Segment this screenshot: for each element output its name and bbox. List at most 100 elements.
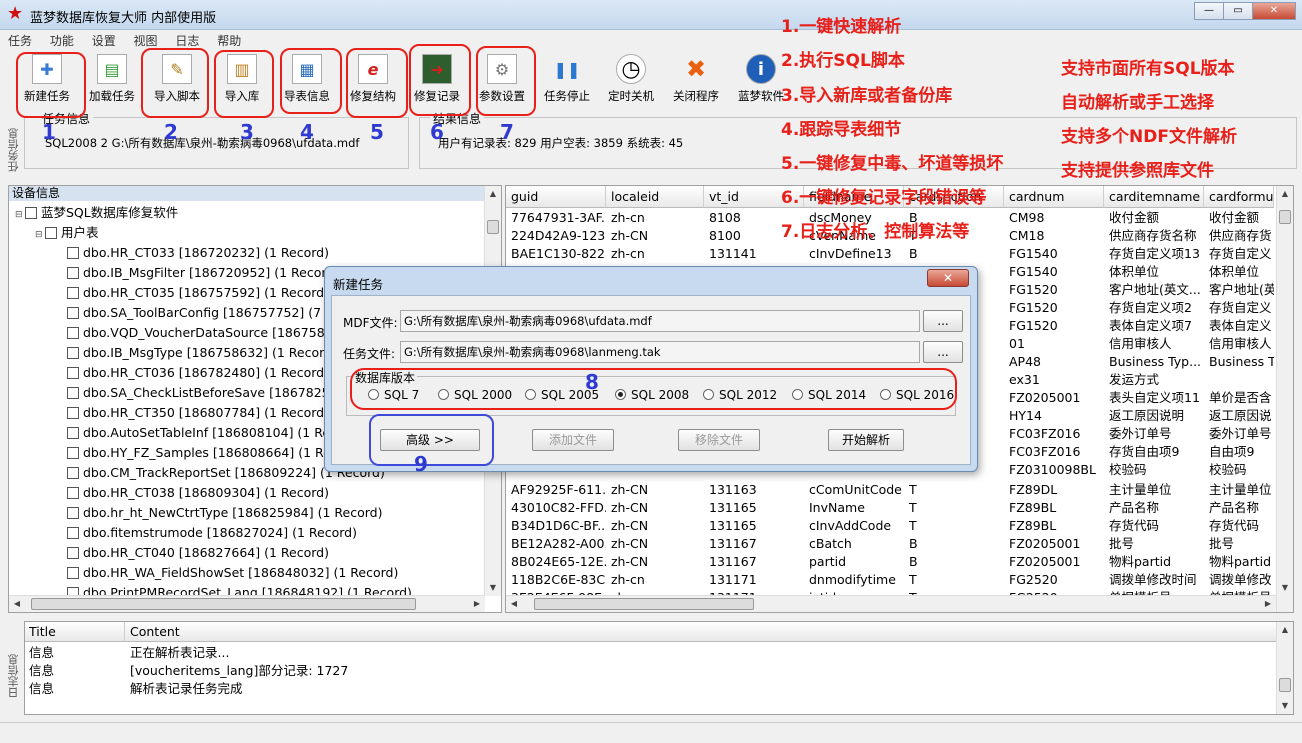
checkbox[interactable] [67,327,79,339]
log-col-title[interactable]: Title [25,622,125,642]
tree-root[interactable]: ⊟ 蓝梦SQL数据库修复软件 [15,203,178,223]
table-row[interactable]: AF92925F-611... zh-CN 131163 cComUnitCode T F… [506,481,1276,499]
checkbox[interactable] [67,267,79,279]
tree-table-item[interactable]: dbo.fitemstrumode [186827024] (1 Record) [67,523,357,543]
menu-log[interactable]: 日志 [167,30,205,49]
scroll-right-icon[interactable]: ▶ [1260,596,1276,612]
collapse-icon[interactable]: ⊟ [35,225,45,245]
close-program-button[interactable]: ✖ 关闭程序 [664,48,728,110]
checkbox[interactable] [67,487,79,499]
minimize-button[interactable]: — [1194,2,1224,20]
checkbox[interactable] [67,527,79,539]
dialog-close-button[interactable]: ✕ [927,269,969,287]
load-task-button[interactable]: ▤ 加载任务 [80,48,144,110]
tree-table-item[interactable]: dbo.HR_CT040 [186827664] (1 Record) [67,543,329,563]
tree-table-item[interactable]: dbo.IB_MsgFilter [186720952] (1 Record) [67,263,339,283]
log-col-content[interactable]: Content [125,622,1277,642]
scroll-thumb[interactable] [1279,678,1291,692]
table-cell: cComUnitCode [809,482,902,497]
checkbox[interactable] [67,547,79,559]
scroll-up-icon[interactable]: ▲ [1277,186,1293,202]
close-window-button[interactable]: ✕ [1252,2,1296,20]
tree-table-item[interactable]: dbo.IB_MsgType [186758632] (1 Record) [67,343,337,363]
tree-table-item[interactable]: dbo.HR_CT036 [186782480] (1 Record) [67,363,329,383]
timed-shutdown-button[interactable]: ◷ 定时关机 [599,48,663,110]
stop-task-button[interactable]: ❚❚ 任务停止 [535,48,599,110]
close-program-icon: ✖ [685,55,707,83]
grid-column-header[interactable]: carditemname [1104,186,1204,208]
checkbox[interactable] [67,307,79,319]
grid-column-header[interactable]: cardnum [1004,186,1104,208]
table-cell: dnmodifytime [809,572,896,587]
checkbox[interactable] [67,387,79,399]
menu-task[interactable]: 任务 [0,30,38,49]
tree-table-item[interactable]: dbo.HR_CT035 [186757592] (1 Record) [67,283,329,303]
tree-table-item[interactable]: dbo.SA_CheckListBeforeSave [18678256 [67,383,338,403]
task-file-path-field[interactable]: G:\所有数据库\泉州-勒索病毒0968\lanmeng.tak [400,341,920,363]
grid-hscroll[interactable]: ◀ ▶ [506,595,1276,612]
remove-file-button[interactable]: 移除文件 [678,429,760,451]
tree-table-item[interactable]: dbo.HR_CT033 [186720232] (1 Record) [67,243,329,263]
scroll-down-icon[interactable]: ▼ [485,580,501,596]
tree-hscroll[interactable]: ◀ ▶ [9,595,485,612]
checkbox[interactable] [67,427,79,439]
table-row[interactable]: BAE1C130-822... zh-cn 131141 cInvDefine13 B F… [506,245,1276,263]
checkbox[interactable] [67,247,79,259]
checkbox[interactable] [25,207,37,219]
task-file-browse-button[interactable]: ... [923,341,963,363]
checkbox[interactable] [67,407,79,419]
tree-table-item[interactable]: dbo.hr_ht_NewCtrtType [186825984] (1 Rec… [67,503,382,523]
log-row-title: 信息 [29,681,55,696]
scroll-down-icon[interactable]: ▼ [1277,580,1293,596]
table-row[interactable]: 118B2C6E-83C... zh-cn 131171 dnmodifytime T F… [506,571,1276,589]
checkbox[interactable] [67,467,79,479]
scroll-up-icon[interactable]: ▲ [485,186,501,202]
tree-table-item[interactable]: dbo.HR_CT350 [186807784] (1 Record) [67,403,329,423]
grid-column-header[interactable]: localeid [606,186,704,208]
add-file-button[interactable]: 添加文件 [532,429,614,451]
collapse-icon[interactable]: ⊟ [15,205,25,225]
scroll-down-icon[interactable]: ▼ [1277,698,1293,714]
tree-table-item[interactable]: dbo.AutoSetTableInf [186808104] (1 Reco [67,423,345,443]
table-cell: B [909,554,918,569]
tree-table-item[interactable]: dbo.HR_WA_FieldShowSet [186848032] (1 Re… [67,563,398,583]
log-vscroll[interactable]: ▲ ▼ [1276,622,1293,714]
mdf-browse-button[interactable]: ... [923,310,963,332]
maximize-button[interactable]: ▭ [1223,2,1253,20]
tree-table-item[interactable]: dbo.VQD_VoucherDataSource [18675807 [67,323,341,343]
scroll-right-icon[interactable]: ▶ [469,596,485,612]
tree-table-item[interactable]: dbo.HR_CT038 [186809304] (1 Record) [67,483,329,503]
menu-help[interactable]: 帮助 [209,30,247,49]
grid-column-header[interactable]: guid [506,186,606,208]
grid-vscroll[interactable]: ▲ ▼ [1276,186,1293,612]
scroll-up-icon[interactable]: ▲ [1277,622,1293,638]
checkbox[interactable] [67,287,79,299]
tree-group[interactable]: ⊟ 用户表 [35,223,99,243]
tree-table-item[interactable]: dbo.SA_ToolBarConfig [186757752] (7 Re [67,303,341,323]
menu-function[interactable]: 功能 [42,30,80,49]
table-cell: 物料partid [1209,554,1272,569]
checkbox[interactable] [67,367,79,379]
menu-view[interactable]: 视图 [126,30,164,49]
mdf-path-field[interactable]: G:\所有数据库\泉州-勒索病毒0968\ufdata.mdf [400,310,920,332]
checkbox[interactable] [45,227,57,239]
checkbox[interactable] [67,347,79,359]
scroll-left-icon[interactable]: ◀ [9,596,25,612]
scroll-thumb[interactable] [487,220,499,234]
grid-column-header[interactable]: cardformula [1204,186,1274,208]
table-row[interactable]: BE12A282-A00... zh-CN 131167 cBatch B FZ02050… [506,535,1276,553]
checkbox[interactable] [67,447,79,459]
tree-table-item[interactable]: dbo.HY_FZ_Samples [186808664] (1 Reco [67,443,345,463]
start-parse-button[interactable]: 开始解析 [828,429,904,451]
toolbar-label: 任务停止 [544,89,590,103]
scroll-left-icon[interactable]: ◀ [506,596,522,612]
scroll-thumb[interactable] [534,598,754,610]
checkbox[interactable] [67,567,79,579]
menu-settings[interactable]: 设置 [84,30,122,49]
table-row[interactable]: 43010C82-FFD... zh-CN 131165 InvName T FZ89BL… [506,499,1276,517]
table-row[interactable]: 8B024E65-12E... zh-CN 131167 partid B FZ02050… [506,553,1276,571]
checkbox[interactable] [67,507,79,519]
scroll-thumb[interactable] [31,598,416,610]
table-row[interactable]: B34D1D6C-BF... zh-CN 131165 cInvAddCode T FZ8… [506,517,1276,535]
scroll-thumb[interactable] [1279,210,1291,224]
